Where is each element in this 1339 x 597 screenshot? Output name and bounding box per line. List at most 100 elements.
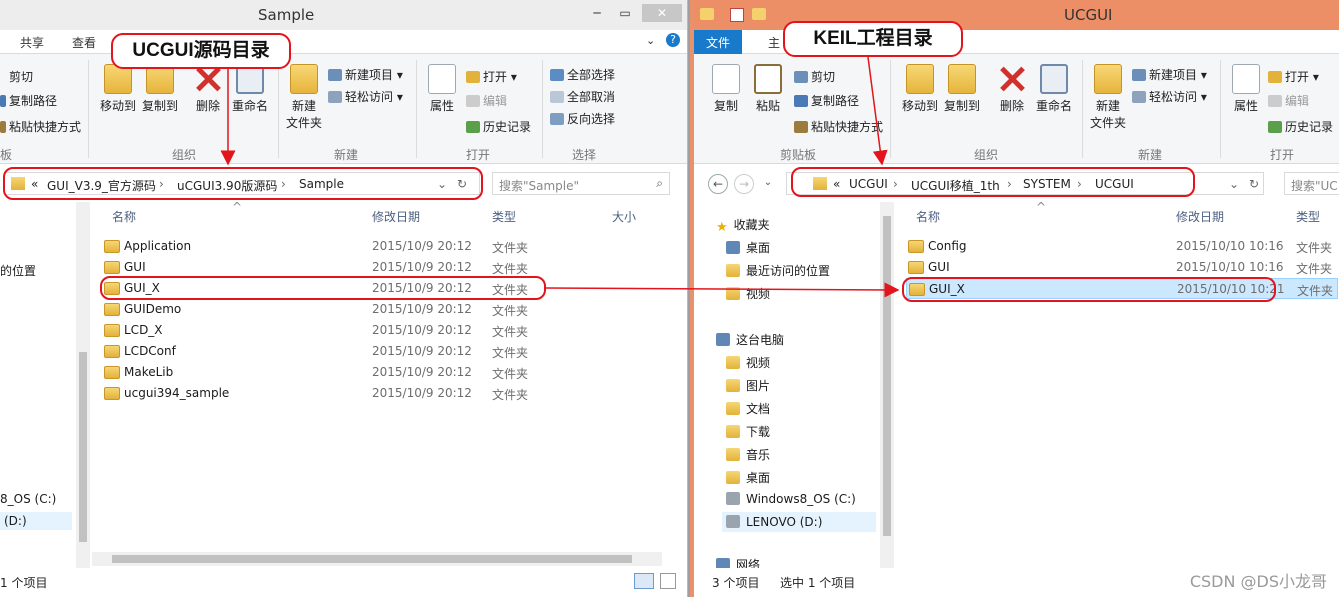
nav-item-desktop[interactable]: 桌面 [726, 239, 770, 256]
column-header-type[interactable]: 类型 [1296, 208, 1320, 225]
table-row[interactable]: GUIDemo 2015/10/9 20:12 文件夹 [102, 299, 662, 320]
nav-item-videos-fav[interactable]: 视频 [726, 285, 770, 302]
properties-qat-icon[interactable] [730, 8, 744, 22]
tab-view[interactable]: 查看 [72, 34, 96, 51]
column-header-date[interactable]: 修改日期 [372, 208, 420, 225]
edit-button[interactable]: 编辑 [466, 92, 507, 109]
help-icon[interactable]: ? [666, 33, 680, 47]
horizontal-scrollbar[interactable] [92, 552, 662, 566]
paste-shortcut-button[interactable]: 粘贴快捷方式 [0, 118, 81, 135]
table-row[interactable]: LCD_X 2015/10/9 20:12 文件夹 [102, 320, 662, 341]
invert-selection-button[interactable]: 反向选择 [550, 110, 615, 127]
select-all-button[interactable]: 全部选择 [550, 66, 615, 83]
status-item-count: 3 个项目 [712, 576, 760, 590]
open-button[interactable]: 打开 ▾ [1268, 68, 1319, 85]
nav-item-network[interactable]: 网络 [716, 556, 760, 568]
scrollbar-thumb[interactable] [112, 555, 632, 563]
copy-button[interactable]: 复制 [702, 64, 750, 114]
copy-to-button[interactable]: 复制到 [136, 64, 184, 114]
nav-item-desktop-2[interactable]: 桌面 [726, 469, 770, 486]
nav-item-drive-c[interactable]: 8_OS (C:) [0, 492, 56, 506]
table-row[interactable]: GUI 2015/10/9 20:12 文件夹 [102, 257, 662, 278]
nav-item-this-pc[interactable]: 这台电脑 [716, 331, 784, 348]
history-button[interactable]: 历史记录 [466, 118, 531, 135]
large-icons-view-icon[interactable] [660, 573, 676, 589]
column-header-name[interactable]: 名称 [112, 208, 136, 225]
scrollbar-thumb[interactable] [79, 352, 87, 542]
column-header-date[interactable]: 修改日期 [1176, 208, 1224, 225]
nav-item-downloads[interactable]: 下载 [726, 423, 770, 440]
star-icon: ★ [716, 220, 728, 235]
nav-item-favorites[interactable]: ★ 收藏夹 [716, 216, 770, 235]
folder-copy-icon [948, 64, 976, 94]
copy-path-button[interactable]: 复制路径 [0, 92, 57, 109]
tab-home[interactable]: 主 [768, 34, 780, 51]
forward-button[interactable]: → [734, 174, 754, 194]
minimize-button[interactable]: ─ [584, 4, 610, 22]
search-input[interactable]: 搜索"UC [1284, 172, 1339, 195]
watermark: CSDN @DS小龙哥 [1189, 572, 1327, 591]
group-select-label: 选择 [572, 148, 597, 162]
nav-item-drive-d[interactable]: (D:) [0, 512, 72, 530]
nav-item-documents[interactable]: 文档 [726, 400, 770, 417]
paste-shortcut-button[interactable]: 粘贴快捷方式 [794, 118, 883, 135]
nav-item-drive-d[interactable]: LENOVO (D:) [722, 512, 876, 532]
nav-item-music[interactable]: 音乐 [726, 446, 770, 463]
rename-button[interactable]: 重命名 [226, 64, 274, 114]
nav-item-videos[interactable]: 视频 [726, 354, 770, 371]
cut-button[interactable]: 剪切 [0, 68, 33, 85]
nav-item-recent[interactable]: 的位置 [0, 262, 36, 279]
desktop-icon [726, 241, 740, 254]
table-row[interactable]: MakeLib 2015/10/9 20:12 文件夹 [102, 362, 662, 383]
recent-locations-icon[interactable]: ⌄ [758, 174, 778, 194]
cut-button[interactable]: 剪切 [794, 68, 835, 85]
new-item-button[interactable]: 新建项目 ▾ [328, 66, 403, 83]
move-to-button[interactable]: 移动到 [896, 64, 944, 114]
nav-scrollbar[interactable] [76, 202, 90, 568]
nav-item-drive-c[interactable]: Windows8_OS (C:) [726, 492, 856, 506]
rename-button[interactable]: 重命名 [1030, 64, 1078, 114]
table-row[interactable]: Config 2015/10/10 10:16 文件夹 [906, 236, 1338, 257]
back-button[interactable]: ← [708, 174, 728, 194]
new-folder-qat-icon[interactable] [752, 8, 766, 20]
properties-button[interactable]: 属性 [418, 64, 466, 114]
nav-scrollbar[interactable] [880, 202, 894, 568]
column-header-name[interactable]: 名称 [916, 208, 940, 225]
properties-button[interactable]: 属性 [1222, 64, 1270, 114]
close-button[interactable]: ✕ [642, 4, 682, 22]
open-button[interactable]: 打开 ▾ [466, 68, 517, 85]
chevron-down-icon[interactable]: ⌄ [1229, 177, 1239, 191]
file-list: 名称 ^ 修改日期 类型 Config 2015/10/10 10:16 文件夹 GU… [896, 200, 1339, 568]
move-to-button[interactable]: 移动到 [94, 64, 142, 114]
nav-item-recent[interactable]: 最近访问的位置 [726, 262, 830, 279]
table-row[interactable]: GUI 2015/10/10 10:16 文件夹 [906, 257, 1338, 278]
paste-button[interactable]: 粘贴 [744, 64, 792, 114]
tab-file[interactable]: 文件 [694, 30, 743, 54]
copy-path-button[interactable]: 复制路径 [794, 92, 859, 109]
scrollbar-thumb[interactable] [883, 216, 891, 536]
easy-access-button[interactable]: 轻松访问 ▾ [328, 88, 403, 105]
table-row[interactable]: LCDConf 2015/10/9 20:12 文件夹 [102, 341, 662, 362]
search-input[interactable]: 搜索"Sample" ⌕ [492, 172, 670, 195]
maximize-button[interactable]: ▭ [612, 4, 638, 22]
table-row[interactable]: ucgui394_sample 2015/10/9 20:12 文件夹 [102, 383, 662, 404]
delete-button[interactable]: 删除 [184, 64, 232, 114]
nav-item-pictures[interactable]: 图片 [726, 377, 770, 394]
new-folder-button[interactable]: 新建 文件夹 [1084, 64, 1132, 131]
column-header-type[interactable]: 类型 [492, 208, 516, 225]
delete-button[interactable]: 删除 [988, 64, 1036, 114]
column-header-size[interactable]: 大小 [612, 208, 636, 225]
details-view-icon[interactable] [634, 573, 654, 589]
downloads-folder-icon [726, 425, 740, 438]
new-item-button[interactable]: 新建项目 ▾ [1132, 66, 1207, 83]
new-folder-button[interactable]: 新建 文件夹 [280, 64, 328, 131]
table-row[interactable]: Application 2015/10/9 20:12 文件夹 [102, 236, 662, 257]
select-none-button[interactable]: 全部取消 [550, 88, 615, 105]
easy-access-button[interactable]: 轻松访问 ▾ [1132, 88, 1207, 105]
history-button[interactable]: 历史记录 [1268, 118, 1333, 135]
chevron-down-icon[interactable]: ⌄ [646, 34, 655, 47]
tab-share[interactable]: 共享 [20, 34, 44, 51]
copy-to-button[interactable]: 复制到 [938, 64, 986, 114]
edit-button[interactable]: 编辑 [1268, 92, 1309, 109]
refresh-icon[interactable]: ↻ [1249, 177, 1259, 191]
